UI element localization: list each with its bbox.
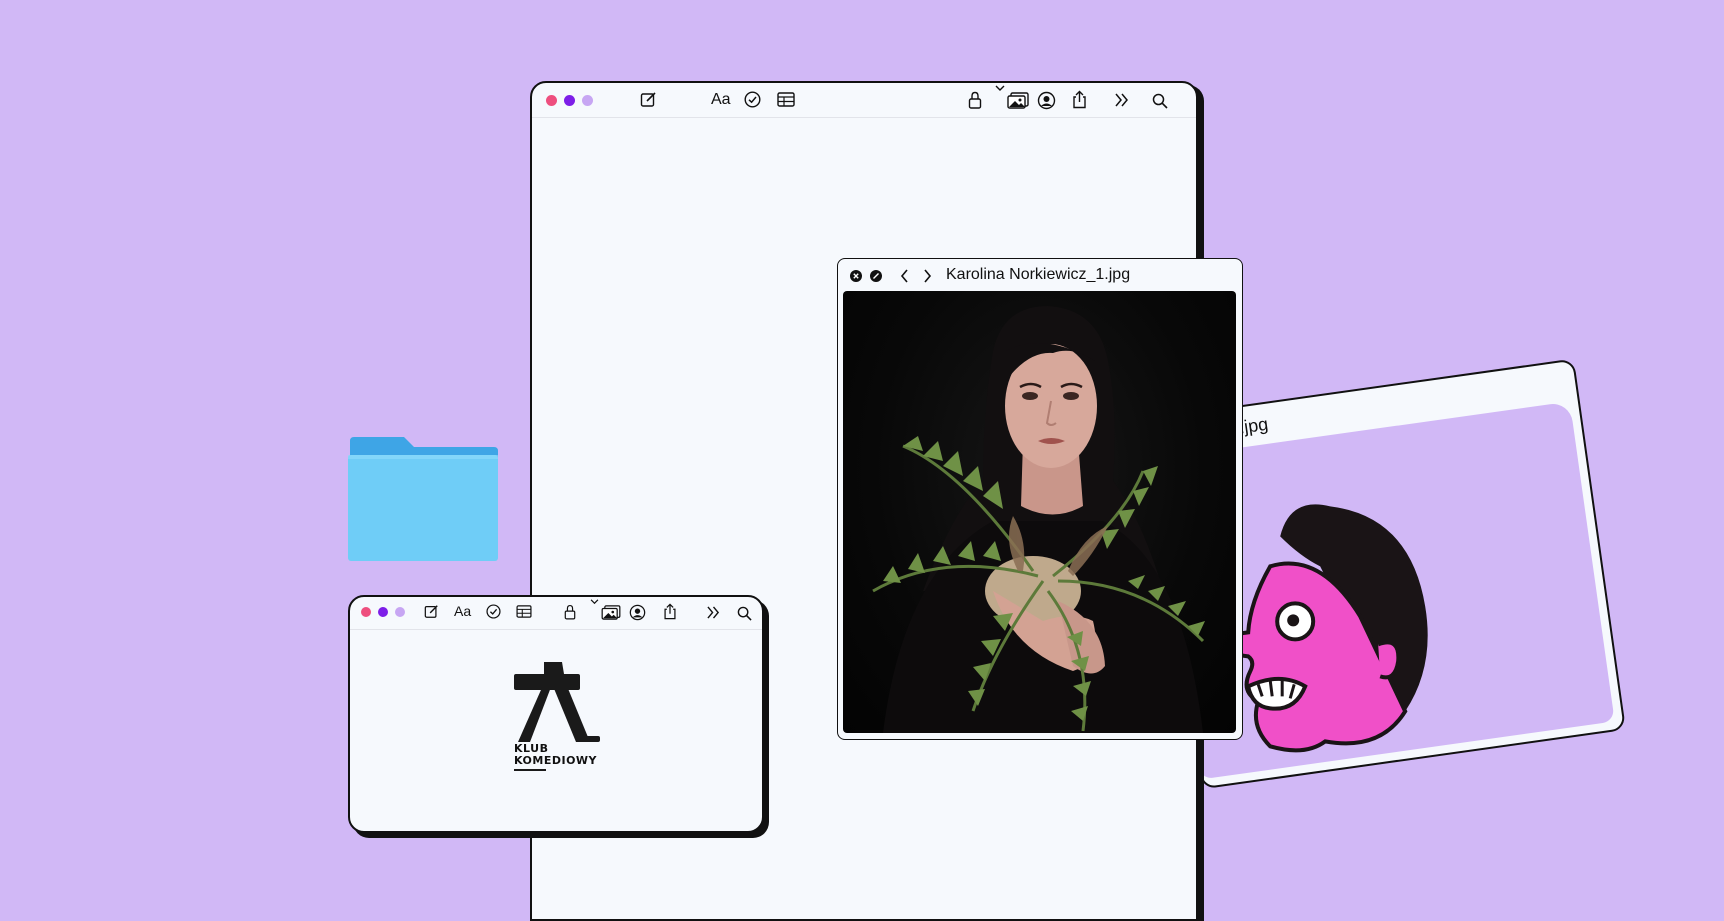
forward-arrow-icon[interactable] <box>923 269 932 283</box>
photo-viewer-window[interactable]: Karolina Norkiewicz_1.jpg <box>837 258 1243 740</box>
viewer-toolbar: Karolina Norkiewicz_1.jpg <box>838 259 1242 289</box>
font-icon[interactable]: Aa <box>454 603 471 619</box>
search-icon[interactable] <box>737 606 752 621</box>
small-toolbar: Aa <box>350 597 762 630</box>
share-icon[interactable] <box>663 603 677 620</box>
lock-icon[interactable] <box>564 604 576 620</box>
zoom-dot[interactable] <box>582 95 593 106</box>
media-icon[interactable] <box>1007 92 1029 109</box>
lock-icon[interactable] <box>968 91 982 109</box>
klub-komediowy-logo: KLUB KOMEDIOWY <box>514 662 600 772</box>
minimize-dot[interactable] <box>564 95 575 106</box>
table-icon[interactable] <box>516 605 532 618</box>
compose-icon[interactable] <box>424 604 439 619</box>
more-icon[interactable] <box>706 606 721 619</box>
table-icon[interactable] <box>777 92 795 107</box>
close-dot[interactable] <box>546 95 557 106</box>
checklist-icon[interactable] <box>744 91 761 108</box>
collaborate-icon[interactable] <box>629 604 646 621</box>
logo-mark <box>514 662 600 742</box>
minimize-dot[interactable] <box>378 607 388 617</box>
compose-icon[interactable] <box>640 91 657 108</box>
media-icon[interactable] <box>601 605 621 620</box>
chevron-down-icon[interactable] <box>590 599 599 605</box>
logo-underline <box>514 769 546 771</box>
main-toolbar: Aa <box>532 83 1196 118</box>
font-icon[interactable]: Aa <box>711 91 731 109</box>
portrait-photo <box>843 291 1236 733</box>
more-icon[interactable] <box>1114 93 1130 107</box>
close-dot[interactable] <box>361 607 371 617</box>
zoom-dot[interactable] <box>395 607 405 617</box>
share-icon[interactable] <box>1072 90 1087 109</box>
chevron-down-icon[interactable] <box>995 85 1005 92</box>
fullscreen-circle-icon[interactable] <box>870 270 882 282</box>
viewer-title: Karolina Norkiewicz_1.jpg <box>946 266 1131 283</box>
collaborate-icon[interactable] <box>1037 91 1056 110</box>
back-arrow-icon[interactable] <box>900 269 909 283</box>
checklist-icon[interactable] <box>486 604 501 619</box>
folder-icon[interactable] <box>348 437 498 561</box>
logo-text-komediowy: KOMEDIOWY <box>514 754 598 767</box>
search-icon[interactable] <box>1152 93 1168 109</box>
close-circle-icon[interactable] <box>850 270 862 282</box>
small-notes-window[interactable]: Aa KLUB KOMEDIOWY <box>348 595 764 833</box>
